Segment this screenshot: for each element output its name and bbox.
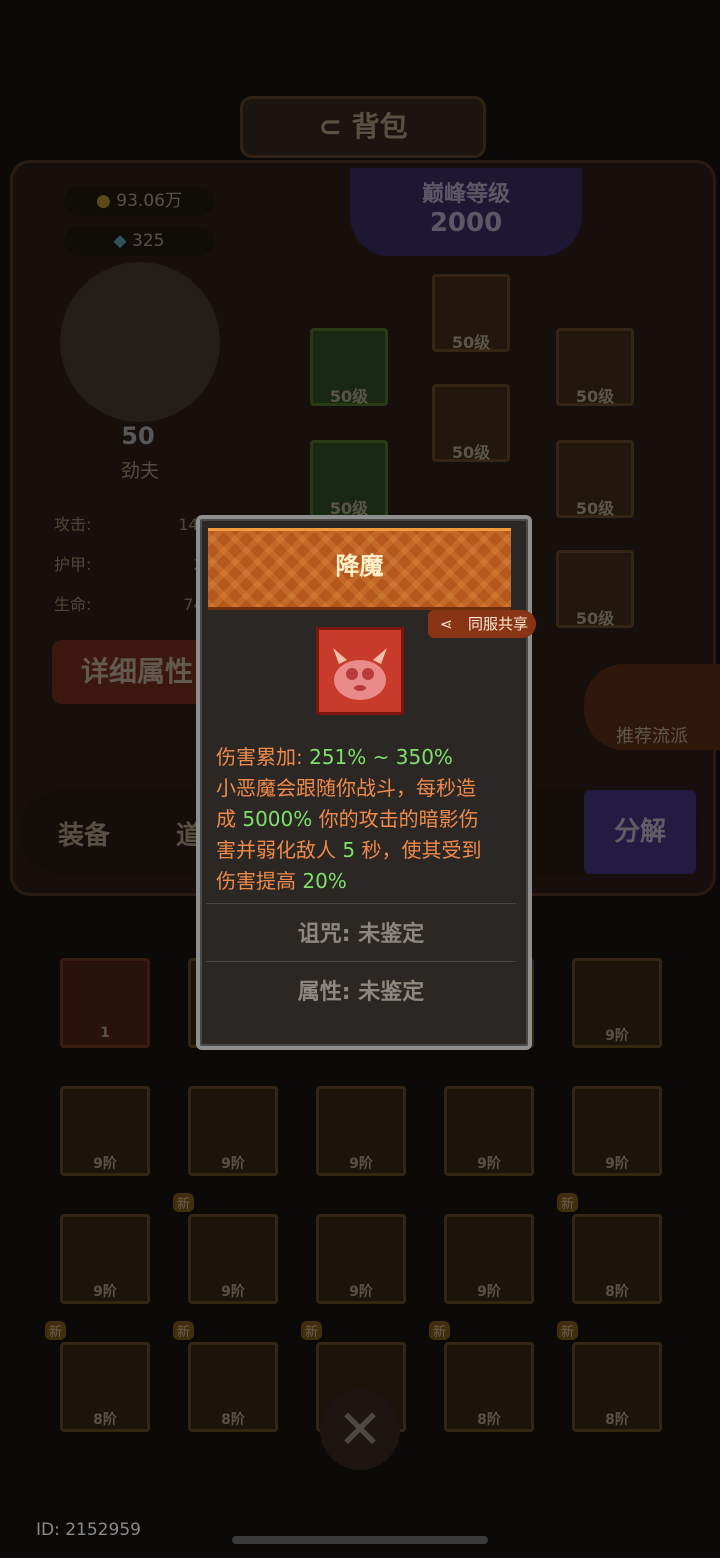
equip-slot-necklace[interactable]: 50级 (556, 328, 634, 406)
equip-slot-helmet[interactable]: 50级 (432, 274, 510, 352)
equip-slot-boots[interactable]: 50级 (556, 550, 634, 628)
new-badge: 新 (45, 1321, 67, 1340)
inventory-item[interactable]: 9阶 新 (173, 1193, 278, 1304)
desc-line-3: 害并弱化敌人 5 秒，使其受到 (216, 838, 482, 862)
equip-slot-armor-left[interactable]: 50级 (310, 328, 388, 406)
recommend-build-button[interactable]: 推荐流派 (584, 664, 720, 750)
divider (206, 961, 516, 962)
desc-line-4: 伤害提高 20% (216, 869, 347, 893)
coin-icon: ● (96, 191, 111, 211)
curse-status: 诅咒: 未鉴定 (297, 922, 425, 947)
item-tier-label: 8阶 (605, 1412, 629, 1428)
server-share-button[interactable]: ⋖ 同服共享 (428, 610, 536, 638)
peak-level-value: 2000 (429, 208, 503, 238)
inventory-item[interactable]: 1 (60, 958, 150, 1048)
desc-line-1: 小恶魔会跟随你战斗，每秒造 (216, 776, 476, 800)
attribute-status: 属性: 未鉴定 (297, 980, 425, 1005)
inventory-item[interactable]: 8阶 新 (557, 1321, 662, 1432)
bag-icon: ⊂ (318, 110, 352, 143)
player-id: ID: 2152959 (36, 1520, 141, 1540)
item-tier-label: 9阶 (349, 1284, 373, 1300)
recommend-build-label: 推荐流派 (616, 726, 688, 747)
gem-counter: ◆ 325 (64, 226, 214, 256)
item-tier-label: 8阶 (93, 1412, 117, 1428)
item-tier-label: 9阶 (93, 1284, 117, 1300)
page-title: ⊂ 背包 (240, 96, 486, 158)
inventory-item[interactable]: 8阶 新 (45, 1321, 150, 1432)
server-share-label: 同服共享 (467, 615, 528, 633)
item-tier-label: 9阶 (477, 1284, 501, 1300)
damage-line: 伤害累加: 251% ~ 350% (216, 745, 453, 769)
inventory-item[interactable]: 8阶 新 (429, 1321, 534, 1432)
new-badge: 新 (557, 1321, 579, 1340)
close-x-button[interactable]: ✕ (320, 1390, 400, 1470)
inventory-item[interactable]: 9阶 (572, 1086, 662, 1176)
new-badge: 新 (173, 1321, 195, 1340)
tab-equipment[interactable]: 装备 (58, 815, 110, 852)
inventory-item[interactable]: 8阶 新 (173, 1321, 278, 1432)
item-description: 伤害累加: 251% ~ 350% 小恶魔会跟随你战斗，每秒造 成 5000% … (216, 742, 512, 897)
new-badge: 新 (429, 1321, 451, 1340)
inventory-item[interactable]: 9阶 (316, 1214, 406, 1304)
item-tier-label: 8阶 (477, 1412, 501, 1428)
item-tier-label: 8阶 (605, 1284, 629, 1300)
coin-counter: ● 93.06万 (64, 186, 214, 216)
inventory-item[interactable]: 9阶 (60, 1086, 150, 1176)
item-tier-label: 8阶 (221, 1412, 245, 1428)
item-tier-label: 9阶 (221, 1284, 245, 1300)
inventory-item[interactable]: 9阶 (444, 1086, 534, 1176)
item-tier-label: 9阶 (221, 1156, 245, 1172)
inventory-item[interactable]: 9阶 (444, 1214, 534, 1304)
gem-icon: ◆ (113, 231, 127, 251)
hero-portrait[interactable] (60, 262, 220, 422)
inventory-item[interactable]: 9阶 (572, 958, 662, 1048)
equip-slot-chest[interactable]: 50级 (432, 384, 510, 462)
inventory-item[interactable]: 9阶 (60, 1214, 150, 1304)
equip-slot-ring[interactable]: 50级 (556, 440, 634, 518)
peak-level-banner: 巅峰等级 2000 (350, 168, 582, 256)
item-tier-label: 9阶 (477, 1156, 501, 1172)
equip-slot-gloves[interactable]: 50级 (310, 440, 388, 518)
new-badge: 新 (301, 1321, 323, 1340)
peak-level-title: 巅峰等级 (421, 182, 510, 207)
item-tier-label: 9阶 (349, 1156, 373, 1172)
hero-level: 50 (121, 422, 155, 450)
inventory-item[interactable]: 8阶 新 (557, 1193, 662, 1304)
hero-name: 劲夫 (120, 460, 159, 482)
little-devil-icon (333, 648, 387, 700)
item-tier-label: 9阶 (93, 1156, 117, 1172)
decompose-button[interactable]: 分解 (584, 790, 696, 874)
new-badge: 新 (557, 1193, 579, 1212)
item-icon-frame (316, 627, 404, 715)
item-tier-label: 9阶 (605, 1028, 629, 1044)
dialog-title: 降魔 (335, 552, 384, 580)
new-badge: 新 (173, 1193, 195, 1212)
inventory-item[interactable]: 9阶 (188, 1086, 278, 1176)
inventory-item[interactable]: 9阶 (316, 1086, 406, 1176)
item-tier-label: 9阶 (605, 1156, 629, 1172)
divider (206, 903, 516, 904)
home-indicator[interactable] (232, 1536, 488, 1544)
desc-line-2: 成 5000% 你的攻击的暗影伤 (216, 807, 479, 831)
item-tier-label: 1 (100, 1025, 110, 1041)
share-icon: ⋖ (440, 615, 453, 633)
